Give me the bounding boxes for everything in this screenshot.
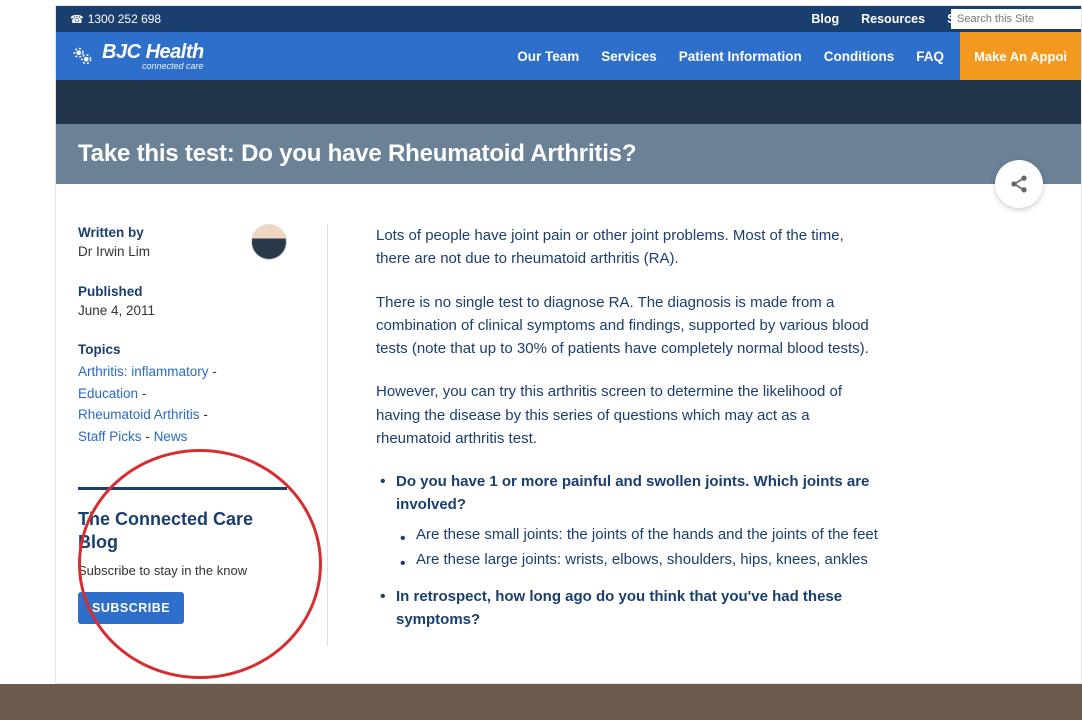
logo-text: BJC Health [102, 41, 204, 63]
question-text: In retrospect, how long ago do you think… [396, 588, 842, 628]
sub-question: Are these small joints: the joints of th… [396, 523, 879, 546]
topics-list: Arthritis: inflammatory - Education - Rh… [78, 361, 287, 447]
phone-text: 1300 252 698 [88, 12, 161, 26]
nav-services[interactable]: Services [601, 49, 657, 64]
phone-number: ☎ 1300 252 698 [70, 12, 161, 26]
topbar: ☎ 1300 252 698 Blog Resources Store Cont… [56, 6, 1081, 32]
topic-link[interactable]: News [154, 429, 188, 444]
author-name: Dr Irwin Lim [78, 244, 237, 259]
hero-band [56, 80, 1081, 124]
top-link-resources[interactable]: Resources [861, 12, 925, 26]
share-icon [1009, 174, 1029, 194]
share-button[interactable] [995, 160, 1043, 208]
title-band: Take this test: Do you have Rheumatoid A… [56, 124, 1081, 184]
published-date: June 4, 2011 [78, 303, 287, 318]
para: There is no single test to diagnose RA. … [376, 291, 879, 361]
topics-label: Topics [78, 342, 287, 357]
sub-question: Are these large joints: wrists, elbows, … [396, 548, 879, 571]
phone-icon: ☎ [70, 13, 84, 26]
para: However, you can try this arthritis scre… [376, 380, 879, 450]
para: Lots of people have joint pain or other … [376, 224, 879, 271]
article-body: Lots of people have joint pain or other … [328, 224, 1059, 646]
question-item: In retrospect, how long ago do you think… [376, 585, 879, 632]
subscribe-desc: Subscribe to stay in the know [78, 563, 287, 578]
bottom-frame-band [0, 684, 1082, 720]
topic-link[interactable]: Education [78, 386, 138, 401]
make-appointment-button[interactable]: Make An Appoi [960, 32, 1081, 80]
main-navbar: BJC Health connected care Our Team Servi… [56, 32, 1081, 80]
gear-icon [70, 43, 96, 69]
topic-link[interactable]: Rheumatoid Arthritis [78, 407, 200, 422]
nav-patient-info[interactable]: Patient Information [679, 49, 802, 64]
subscribe-button[interactable]: SUBSCRIBE [78, 592, 184, 624]
avatar [251, 224, 287, 260]
topic-link[interactable]: Staff Picks [78, 429, 142, 444]
published-label: Published [78, 284, 287, 299]
sidebar: Written by Dr Irwin Lim Published June 4… [78, 224, 328, 646]
question-item: Do you have 1 or more painful and swolle… [376, 470, 879, 571]
nav-our-team[interactable]: Our Team [517, 49, 579, 64]
top-link-blog[interactable]: Blog [811, 12, 839, 26]
nav-conditions[interactable]: Conditions [824, 49, 895, 64]
search-input[interactable] [951, 9, 1081, 29]
logo[interactable]: BJC Health connected care [70, 41, 204, 71]
logo-tagline: connected care [142, 61, 204, 71]
subscribe-title: The Connected Care Blog [78, 508, 287, 553]
nav-faq[interactable]: FAQ [916, 49, 944, 64]
topic-link[interactable]: Arthritis: inflammatory [78, 364, 209, 379]
page-title: Take this test: Do you have Rheumatoid A… [78, 140, 1059, 168]
written-by-label: Written by [78, 225, 237, 240]
subscribe-box: The Connected Care Blog Subscribe to sta… [78, 487, 287, 624]
question-text: Do you have 1 or more painful and swolle… [396, 473, 869, 513]
